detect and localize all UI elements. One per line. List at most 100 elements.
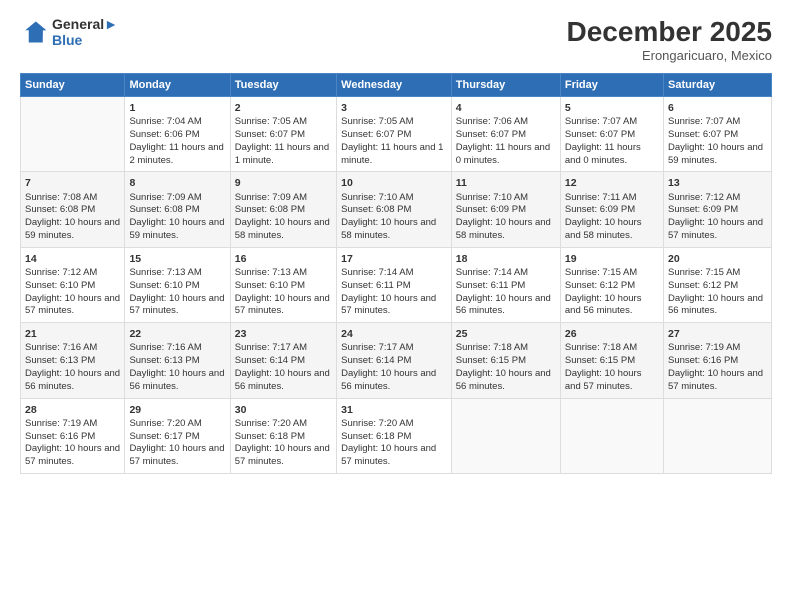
cell-content: 25 Sunrise: 7:18 AM Sunset: 6:15 PM Dayl… (456, 327, 556, 393)
sunrise-text: Sunrise: 7:16 AM (25, 342, 120, 355)
header: General► Blue December 2025 Erongaricuar… (20, 16, 772, 63)
sunset-text: Sunset: 6:15 PM (456, 355, 556, 368)
sunset-text: Sunset: 6:10 PM (129, 280, 225, 293)
sunset-text: Sunset: 6:08 PM (341, 204, 447, 217)
sunrise-text: Sunrise: 7:05 AM (341, 116, 447, 129)
daylight-text: Daylight: 11 hours and 2 minutes. (129, 142, 225, 168)
date-number: 11 (456, 176, 556, 190)
cell-content: 19 Sunrise: 7:15 AM Sunset: 6:12 PM Dayl… (565, 252, 659, 318)
date-number: 24 (341, 327, 447, 341)
sunset-text: Sunset: 6:07 PM (235, 129, 332, 142)
day-cell: 7 Sunrise: 7:08 AM Sunset: 6:08 PM Dayli… (21, 172, 125, 247)
date-number: 16 (235, 252, 332, 266)
daylight-text: Daylight: 10 hours and 57 minutes. (668, 217, 767, 243)
cell-content: 10 Sunrise: 7:10 AM Sunset: 6:08 PM Dayl… (341, 176, 447, 242)
day-cell: 10 Sunrise: 7:10 AM Sunset: 6:08 PM Dayl… (337, 172, 452, 247)
sunrise-text: Sunrise: 7:18 AM (456, 342, 556, 355)
date-number: 2 (235, 101, 332, 115)
sunrise-text: Sunrise: 7:12 AM (25, 267, 120, 280)
sunset-text: Sunset: 6:09 PM (456, 204, 556, 217)
sunrise-text: Sunrise: 7:17 AM (341, 342, 447, 355)
daylight-text: Daylight: 10 hours and 57 minutes. (668, 368, 767, 394)
date-number: 30 (235, 403, 332, 417)
cell-content: 5 Sunrise: 7:07 AM Sunset: 6:07 PM Dayli… (565, 101, 659, 167)
daylight-text: Daylight: 10 hours and 58 minutes. (456, 217, 556, 243)
sunset-text: Sunset: 6:18 PM (341, 431, 447, 444)
daylight-text: Daylight: 10 hours and 57 minutes. (235, 443, 332, 469)
daylight-text: Daylight: 11 hours and 1 minute. (235, 142, 332, 168)
cell-content: 16 Sunrise: 7:13 AM Sunset: 6:10 PM Dayl… (235, 252, 332, 318)
date-number: 27 (668, 327, 767, 341)
sunrise-text: Sunrise: 7:11 AM (565, 192, 659, 205)
day-header-sunday: Sunday (21, 74, 125, 97)
day-cell: 14 Sunrise: 7:12 AM Sunset: 6:10 PM Dayl… (21, 247, 125, 322)
day-cell: 27 Sunrise: 7:19 AM Sunset: 6:16 PM Dayl… (663, 323, 771, 398)
date-number: 9 (235, 176, 332, 190)
week-row-3: 14 Sunrise: 7:12 AM Sunset: 6:10 PM Dayl… (21, 247, 772, 322)
day-cell: 28 Sunrise: 7:19 AM Sunset: 6:16 PM Dayl… (21, 398, 125, 473)
cell-content: 18 Sunrise: 7:14 AM Sunset: 6:11 PM Dayl… (456, 252, 556, 318)
date-number: 8 (129, 176, 225, 190)
cell-content: 1 Sunrise: 7:04 AM Sunset: 6:06 PM Dayli… (129, 101, 225, 167)
day-cell (451, 398, 560, 473)
sunset-text: Sunset: 6:07 PM (341, 129, 447, 142)
logo-icon (20, 18, 48, 46)
sunrise-text: Sunrise: 7:19 AM (668, 342, 767, 355)
day-cell: 8 Sunrise: 7:09 AM Sunset: 6:08 PM Dayli… (125, 172, 230, 247)
sunset-text: Sunset: 6:08 PM (235, 204, 332, 217)
day-cell: 19 Sunrise: 7:15 AM Sunset: 6:12 PM Dayl… (560, 247, 663, 322)
cell-content: 29 Sunrise: 7:20 AM Sunset: 6:17 PM Dayl… (129, 403, 225, 469)
daylight-text: Daylight: 10 hours and 57 minutes. (129, 293, 225, 319)
day-cell: 30 Sunrise: 7:20 AM Sunset: 6:18 PM Dayl… (230, 398, 336, 473)
daylight-text: Daylight: 10 hours and 59 minutes. (668, 142, 767, 168)
day-cell: 1 Sunrise: 7:04 AM Sunset: 6:06 PM Dayli… (125, 97, 230, 172)
day-header-saturday: Saturday (663, 74, 771, 97)
day-header-thursday: Thursday (451, 74, 560, 97)
daylight-text: Daylight: 10 hours and 57 minutes. (25, 443, 120, 469)
date-number: 6 (668, 101, 767, 115)
sunrise-text: Sunrise: 7:20 AM (341, 418, 447, 431)
day-cell: 21 Sunrise: 7:16 AM Sunset: 6:13 PM Dayl… (21, 323, 125, 398)
day-cell: 18 Sunrise: 7:14 AM Sunset: 6:11 PM Dayl… (451, 247, 560, 322)
day-cell: 23 Sunrise: 7:17 AM Sunset: 6:14 PM Dayl… (230, 323, 336, 398)
day-cell: 16 Sunrise: 7:13 AM Sunset: 6:10 PM Dayl… (230, 247, 336, 322)
sunrise-text: Sunrise: 7:18 AM (565, 342, 659, 355)
date-number: 5 (565, 101, 659, 115)
sunset-text: Sunset: 6:10 PM (25, 280, 120, 293)
cell-content: 31 Sunrise: 7:20 AM Sunset: 6:18 PM Dayl… (341, 403, 447, 469)
day-cell: 20 Sunrise: 7:15 AM Sunset: 6:12 PM Dayl… (663, 247, 771, 322)
date-number: 18 (456, 252, 556, 266)
daylight-text: Daylight: 10 hours and 56 minutes. (235, 368, 332, 394)
daylight-text: Daylight: 10 hours and 56 minutes. (129, 368, 225, 394)
day-header-wednesday: Wednesday (337, 74, 452, 97)
sunrise-text: Sunrise: 7:10 AM (341, 192, 447, 205)
calendar-page: General► Blue December 2025 Erongaricuar… (0, 0, 792, 612)
cell-content: 23 Sunrise: 7:17 AM Sunset: 6:14 PM Dayl… (235, 327, 332, 393)
sunrise-text: Sunrise: 7:14 AM (456, 267, 556, 280)
sunset-text: Sunset: 6:11 PM (456, 280, 556, 293)
day-cell (663, 398, 771, 473)
sunset-text: Sunset: 6:10 PM (235, 280, 332, 293)
sunset-text: Sunset: 6:14 PM (341, 355, 447, 368)
sunset-text: Sunset: 6:09 PM (668, 204, 767, 217)
date-number: 20 (668, 252, 767, 266)
date-number: 10 (341, 176, 447, 190)
day-cell: 2 Sunrise: 7:05 AM Sunset: 6:07 PM Dayli… (230, 97, 336, 172)
calendar-table: SundayMondayTuesdayWednesdayThursdayFrid… (20, 73, 772, 474)
day-header-row: SundayMondayTuesdayWednesdayThursdayFrid… (21, 74, 772, 97)
daylight-text: Daylight: 10 hours and 57 minutes. (341, 443, 447, 469)
sunrise-text: Sunrise: 7:12 AM (668, 192, 767, 205)
sunset-text: Sunset: 6:12 PM (565, 280, 659, 293)
week-row-5: 28 Sunrise: 7:19 AM Sunset: 6:16 PM Dayl… (21, 398, 772, 473)
sunset-text: Sunset: 6:08 PM (129, 204, 225, 217)
day-cell: 17 Sunrise: 7:14 AM Sunset: 6:11 PM Dayl… (337, 247, 452, 322)
sunset-text: Sunset: 6:07 PM (456, 129, 556, 142)
day-header-monday: Monday (125, 74, 230, 97)
daylight-text: Daylight: 10 hours and 57 minutes. (25, 293, 120, 319)
day-cell: 6 Sunrise: 7:07 AM Sunset: 6:07 PM Dayli… (663, 97, 771, 172)
date-number: 19 (565, 252, 659, 266)
cell-content: 2 Sunrise: 7:05 AM Sunset: 6:07 PM Dayli… (235, 101, 332, 167)
cell-content: 14 Sunrise: 7:12 AM Sunset: 6:10 PM Dayl… (25, 252, 120, 318)
daylight-text: Daylight: 10 hours and 57 minutes. (341, 293, 447, 319)
sunrise-text: Sunrise: 7:20 AM (129, 418, 225, 431)
